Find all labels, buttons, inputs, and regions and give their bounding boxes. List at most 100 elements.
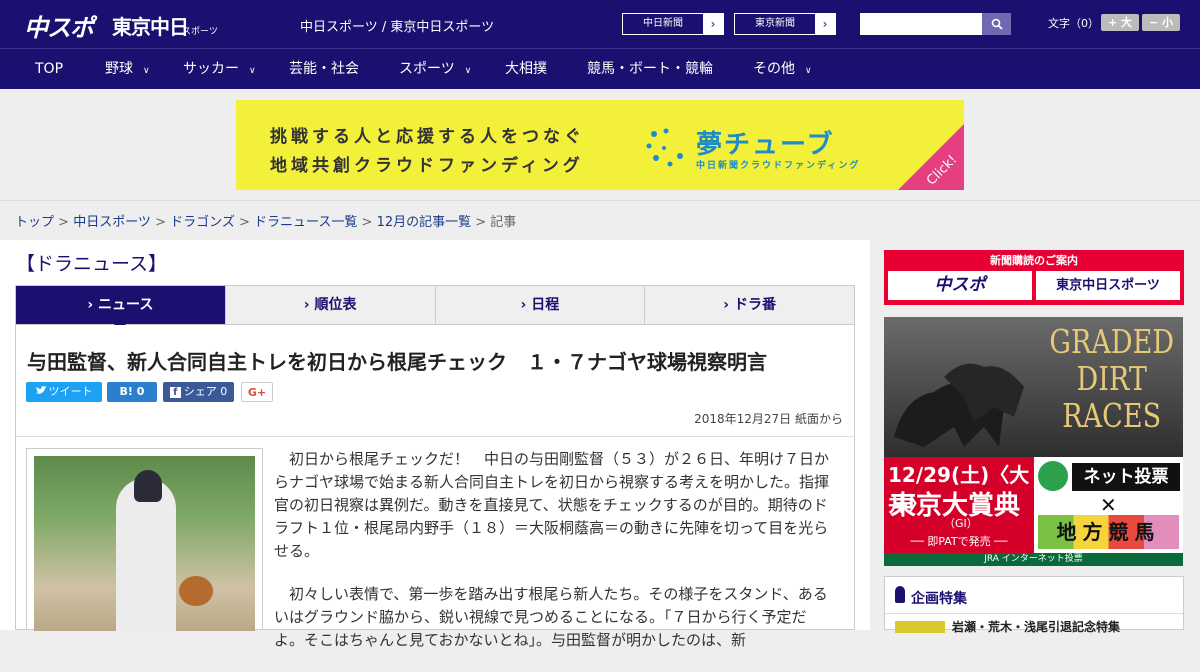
nav-label: 大相撲 [505,61,547,77]
tokyo-chunichi-logo[interactable]: 東京中日 [112,11,189,40]
chunichi-shimbun-button[interactable]: 中日新聞 › [622,13,724,35]
site-title[interactable]: 中日スポーツ / 東京中日スポーツ [300,16,494,35]
nav-label: TOP [35,61,64,77]
nav-label: サッカー [183,61,239,77]
breadcrumb-item[interactable]: 中日スポーツ [73,215,151,230]
player-helmet [134,470,162,502]
nav-label: 競馬・ボート・競輪 [587,61,713,77]
dirt-race-ad[interactable]: GRADED DIRT RACES 12/29(土)〈大井〉 東京大賞典 （GⅠ… [884,317,1183,566]
breadcrumb-sep: > [150,215,171,230]
nav-item-sports[interactable]: スポーツ ∨ [399,49,471,90]
article-paragraph: 初日から根尾チェックだ！ 中日の与田剛監督（５３）が２６日、年明け７日からナゴヤ… [274,450,830,560]
facebook-share-button[interactable]: f シェア 0 [163,382,234,402]
search-input[interactable] [860,13,982,35]
dots-logo-icon [646,128,683,167]
font-bigger-button[interactable]: + 大 [1101,14,1139,31]
special-features: 企画特集 岩瀬・荒木・浅尾引退記念特集 [884,576,1184,634]
chevron-right-icon: › [710,17,716,31]
site-header: 中スポ 東京中日 スポーツ 中日スポーツ / 東京中日スポーツ 中日新聞 › 東… [0,0,1200,48]
nav-label: 野球 [105,61,133,77]
breadcrumb-sep: > [234,215,255,230]
subscribe-tokyo-chunichi[interactable]: 東京中日スポーツ [1036,271,1180,300]
nav-item-entertainment[interactable]: 芸能・社会 [289,49,359,90]
section-title: 【ドラニュース】 [16,253,168,275]
cross-icon: ✕ [1100,493,1117,517]
banner-line-2: 地域共創クラウドファンディング [270,156,584,176]
chevron-right-icon: › [822,17,828,31]
horses-silhouette [894,363,1024,447]
facebook-icon: f [169,387,181,398]
breadcrumb-sep: > [54,215,74,230]
banner-brand: 夢チューブ [696,130,835,160]
nav-item-sumo[interactable]: 大相撲 [505,49,547,90]
tokyo-shimbun-button[interactable]: 東京新聞 › [734,13,836,35]
tweet-button[interactable]: ツイート [26,382,102,402]
tokyo-chunichi-logo-sub: スポーツ [182,27,218,37]
breadcrumb-item[interactable]: ドラニュース一覧 [254,215,357,230]
special-features-title: 企画特集 [911,591,967,607]
tab-schedule[interactable]: › 日程 [436,286,646,324]
glove-shape [179,576,213,606]
breadcrumb-sep: > [471,215,491,230]
facebook-share-label: シェア 0 [183,385,228,398]
chuspo-logo[interactable]: 中スポ [24,8,94,43]
chevron-down-icon: ∨ [805,66,812,76]
chevron-down-icon: ∨ [249,66,256,76]
special-item-link[interactable]: 岩瀬・荒木・浅尾引退記念特集 [952,618,1120,635]
nav-item-top[interactable]: TOP [35,49,63,90]
special-thumbnail[interactable] [895,621,945,633]
net-vote-label: ネット投票 [1072,463,1180,491]
google-plus-button[interactable]: G+ [241,382,273,402]
ribbon-icon [895,586,905,603]
tab-standings[interactable]: › 順位表 [226,286,436,324]
breadcrumb-sep: > [357,215,377,230]
local-racing-label: 地方競馬 [1038,515,1179,549]
article-body: 初日から根尾チェックだ！ 中日の与田剛監督（５３）が２６日、年明け７日からナゴヤ… [274,448,836,672]
chunichi-shimbun-label: 中日新聞 [623,14,703,34]
subscription-banner[interactable]: 新聞購読のご案内 中スポ 東京中日スポーツ [884,250,1184,305]
nav-item-racing[interactable]: 競馬・ボート・競輪 [587,49,713,90]
tweet-label: ツイート [48,385,93,398]
breadcrumb: トップ > 中日スポーツ > ドラゴンズ > ドラニュース一覧 > 12月の記事… [15,211,516,230]
twitter-icon [35,386,47,394]
ad-row: 挑戦する人と応援する人をつなぐ 地域共創クラウドファンディング 夢チューブ 中日… [0,89,1200,201]
subscribe-chuspo[interactable]: 中スポ [888,271,1032,300]
subscription-title: 新聞購読のご案内 [990,254,1078,267]
race-title: GRADED DIRT RACES [1049,322,1175,435]
chevron-down-icon: ∨ [143,66,150,76]
nav-item-other[interactable]: その他 ∨ [753,49,812,90]
article-photo[interactable] [26,448,263,631]
breadcrumb-item[interactable]: トップ [15,215,54,230]
crowdfunding-banner[interactable]: 挑戦する人と応援する人をつなぐ 地域共創クラウドファンディング 夢チューブ 中日… [236,100,964,190]
nav-item-soccer[interactable]: サッカー ∨ [183,49,256,90]
tab-news[interactable]: › ニュース [16,286,226,332]
article-divider [16,436,854,437]
hatena-button[interactable]: B! 0 [107,382,157,402]
font-size-label: 文字（0） [1048,17,1099,30]
banner-line-1: 挑戦する人と応援する人をつなぐ [270,127,585,147]
nav-label: スポーツ [399,61,455,77]
baseball-player-image [34,456,255,631]
search-button[interactable] [982,13,1011,35]
article-title: 与田監督、新人合同自主トレを初日から根尾チェック １・７ナゴヤ球場視察明言 [27,350,767,374]
dragons-tabs: › ニュース › 順位表 › 日程 › ドラ番 [15,285,855,332]
article-date: 2018年12月27日 紙面から [694,412,843,426]
jra-net-vote: JRA インターネット投票 [884,553,1183,566]
breadcrumb-item[interactable]: 12月の記事一覧 [377,215,472,230]
special-divider [885,613,1183,614]
breadcrumb-current: 記事 [490,215,517,230]
tab-dora-ban[interactable]: › ドラ番 [645,286,854,324]
breadcrumb-item[interactable]: ドラゴンズ [170,215,235,230]
font-smaller-button[interactable]: − 小 [1142,14,1180,31]
nav-label: 芸能・社会 [289,61,359,77]
race-sale: ── 即PATで発売 ── [910,535,1008,548]
nav-item-baseball[interactable]: 野球 ∨ [105,49,150,90]
race-info: 12/29(土)〈大井〉 東京大賞典 （GⅠ） ── 即PATで発売 ── [884,457,1034,553]
net-vote-panel: ネット投票 ✕ 地方競馬 [1034,457,1183,553]
main-nav: TOP 野球 ∨ サッカー ∨ 芸能・社会 スポーツ ∨ 大相撲 競馬・ボート・競輪 … [0,48,1200,89]
tokyo-shimbun-label: 東京新聞 [735,14,815,34]
race-grade: （GⅠ） [944,517,978,530]
banner-brand-sub: 中日新聞クラウドファンディング [696,161,861,171]
jra-logo-icon [1038,461,1068,491]
article-paragraph: 初々しい表情で、第一歩を踏み出す根尾ら新人たち。その様子をスタンド、あるいはグラ… [274,585,828,649]
